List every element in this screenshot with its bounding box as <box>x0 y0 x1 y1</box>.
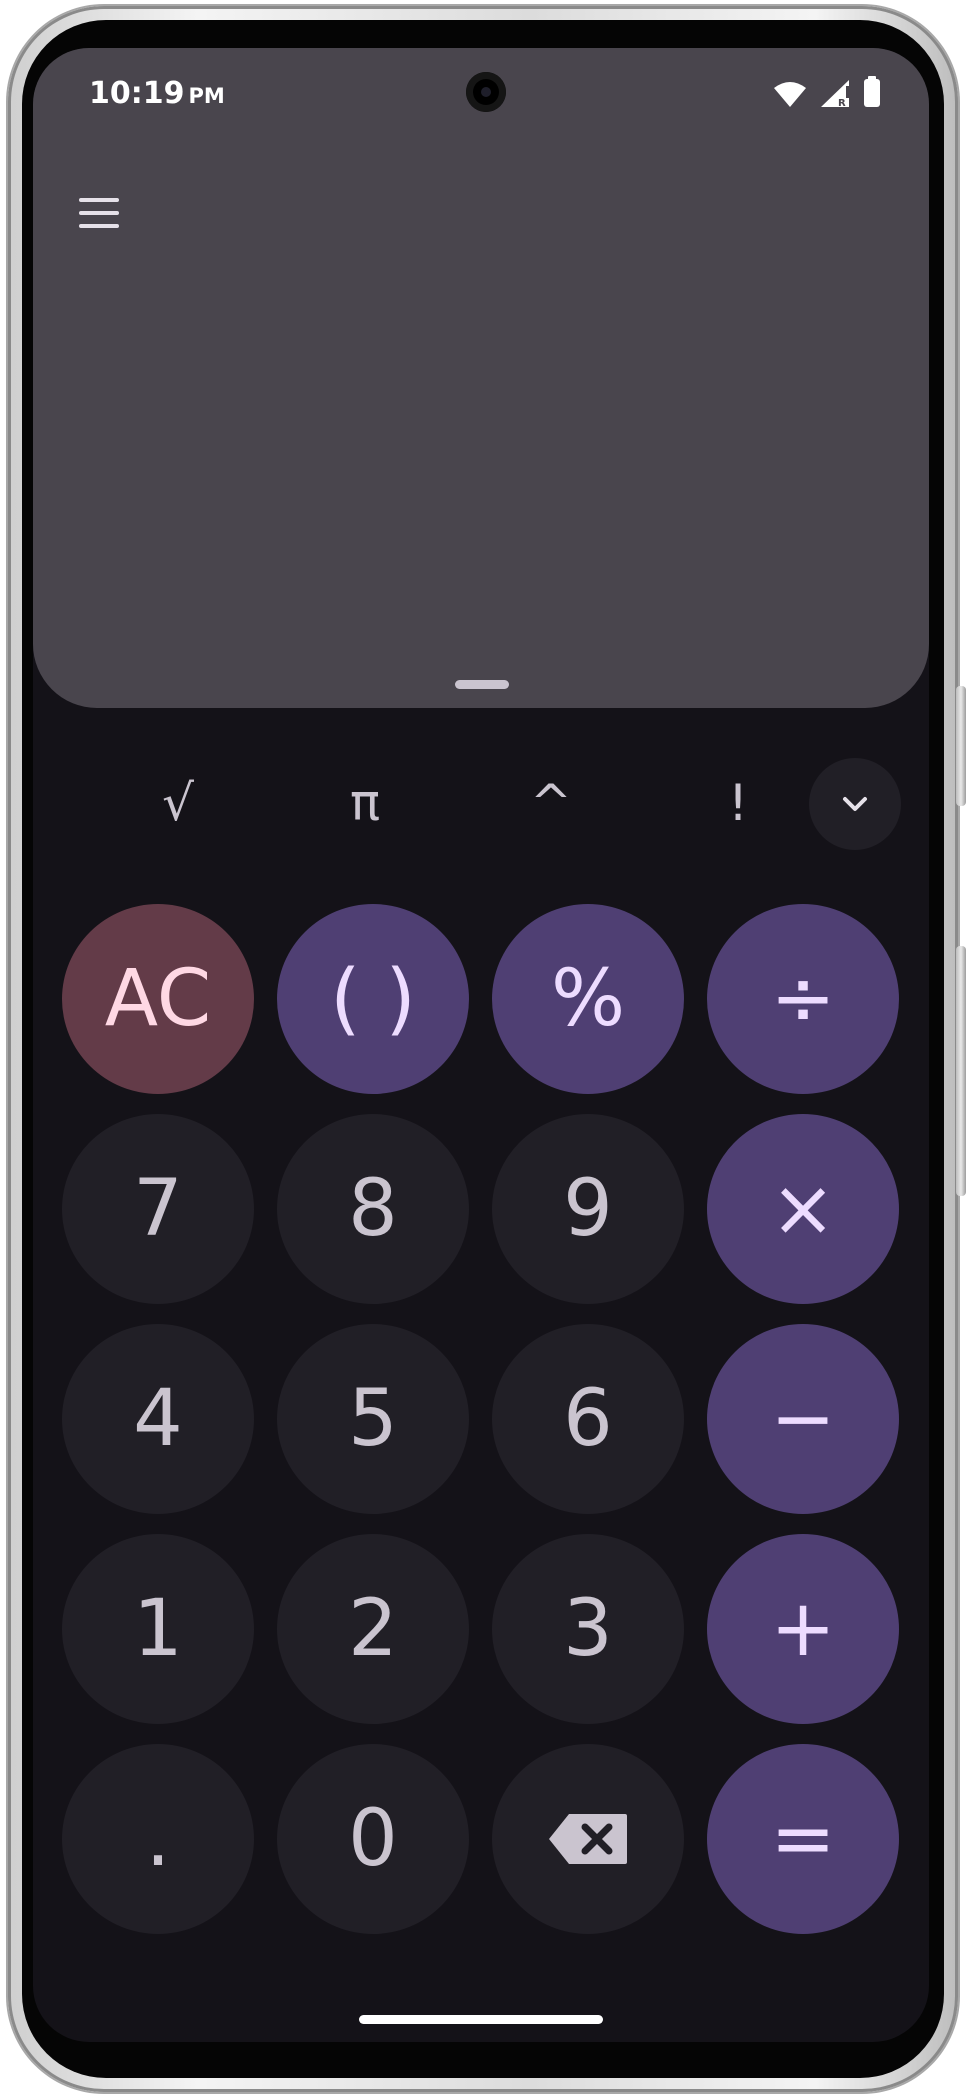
backspace-button[interactable] <box>492 1744 684 1934</box>
divide-button[interactable]: ÷ <box>707 904 899 1094</box>
status-time: 10:19 PM <box>89 76 225 111</box>
chevron-down-icon <box>843 797 867 811</box>
battery-icon <box>864 76 880 107</box>
percent-button[interactable]: % <box>492 904 684 1094</box>
menu-icon[interactable] <box>75 188 125 238</box>
digit-1-button[interactable]: 1 <box>62 1534 254 1724</box>
home-indicator[interactable] <box>359 2015 603 2024</box>
digit-6-button[interactable]: 6 <box>492 1324 684 1514</box>
svg-text:R: R <box>838 98 846 108</box>
digit-9-button[interactable]: 9 <box>492 1114 684 1304</box>
power-button <box>956 686 966 806</box>
scientific-row: √ π ^ ! <box>33 748 929 858</box>
all-clear-button[interactable]: AC <box>62 904 254 1094</box>
equals-button[interactable]: = <box>707 1744 899 1934</box>
screen: 10:19 PM R √ π ^ ! AC () % ÷ 7 8 9 × 4 … <box>33 48 929 2042</box>
digit-0-button[interactable]: 0 <box>277 1744 469 1934</box>
front-camera <box>466 72 506 112</box>
status-bar: 10:19 PM R <box>33 48 929 138</box>
factorial-key[interactable]: ! <box>683 748 793 858</box>
clock-time: 10:19 <box>89 76 185 111</box>
power-key[interactable]: ^ <box>496 748 606 858</box>
clock-ampm: PM <box>188 84 225 108</box>
minus-button[interactable]: − <box>707 1324 899 1514</box>
pi-key[interactable]: π <box>310 748 420 858</box>
parentheses-button[interactable]: ( ) <box>277 904 469 1094</box>
digit-4-button[interactable]: 4 <box>62 1324 254 1514</box>
backspace-icon <box>549 1814 627 1864</box>
system-icons: R <box>773 76 881 108</box>
drag-handle[interactable] <box>455 680 509 689</box>
volume-button <box>956 946 966 1196</box>
decimal-button[interactable]: . <box>62 1744 254 1934</box>
digit-7-button[interactable]: 7 <box>62 1114 254 1304</box>
digit-5-button[interactable]: 5 <box>277 1324 469 1514</box>
digit-8-button[interactable]: 8 <box>277 1114 469 1304</box>
plus-button[interactable]: + <box>707 1534 899 1724</box>
digit-3-button[interactable]: 3 <box>492 1534 684 1724</box>
digit-2-button[interactable]: 2 <box>277 1534 469 1724</box>
multiply-button[interactable]: × <box>707 1114 899 1304</box>
sqrt-key[interactable]: √ <box>123 748 233 858</box>
display-panel: 10:19 PM R <box>33 48 929 708</box>
wifi-icon <box>774 82 806 107</box>
signal-icon: R <box>821 80 849 108</box>
expand-scientific-button[interactable] <box>809 758 901 850</box>
